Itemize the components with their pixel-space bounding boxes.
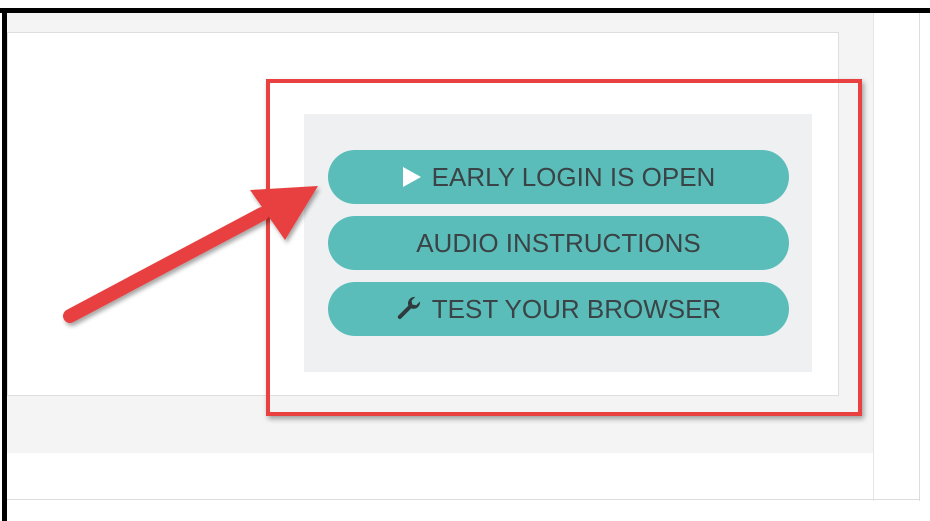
bottom-divider [7, 499, 919, 500]
annotation-highlight-box [266, 79, 862, 416]
window-border-left [2, 8, 7, 521]
screenshot-stage: EARLY LOGIN IS OPEN AUDIO INSTRUCTIONS T… [0, 0, 930, 521]
window-border-top [0, 8, 930, 13]
right-side-panel [873, 13, 920, 501]
